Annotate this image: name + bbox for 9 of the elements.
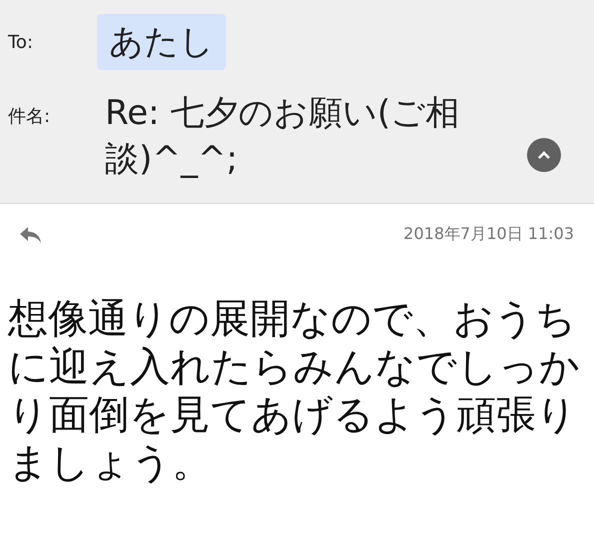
collapse-button[interactable] <box>527 138 561 172</box>
subject-label: 件名: <box>7 105 52 128</box>
to-label: To: <box>7 32 34 52</box>
reply-icon[interactable] <box>19 226 43 244</box>
subject-text: Re: 七夕のお願い(ご相談)^_^; <box>105 92 461 181</box>
message-date: 2018年7月10日 11:03 <box>404 224 574 245</box>
chevron-up-icon <box>537 150 551 160</box>
message-body: 想像通りの展開なので、おうちに迎え入れたらみんなでしっかり面倒を見てあげるよう頑張りましょう。 <box>8 295 580 487</box>
recipient-chip[interactable]: あたし <box>97 14 226 70</box>
